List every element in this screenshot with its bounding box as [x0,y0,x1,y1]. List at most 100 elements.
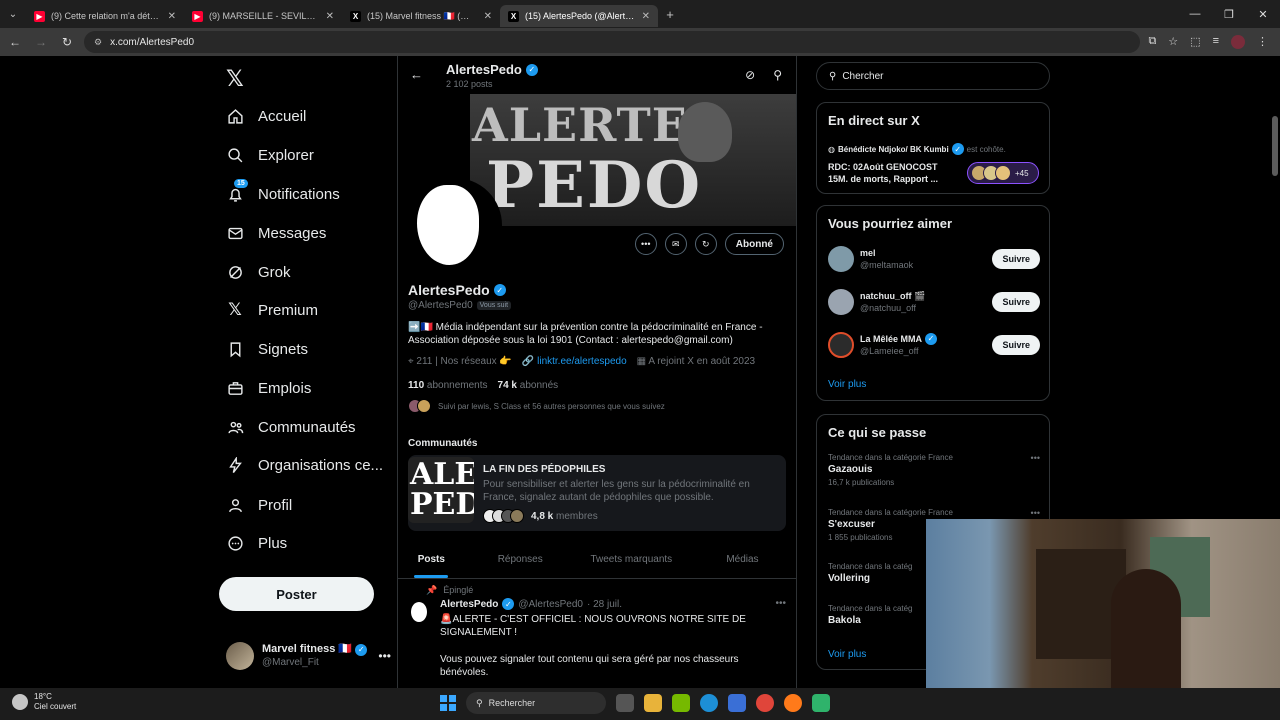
trend-more-icon[interactable]: ••• [1031,453,1040,463]
followed-by[interactable]: Suivi par lewis, S Class et 56 autres pe… [408,399,665,413]
followers-link[interactable]: 74 k abonnés [498,380,559,391]
tab-search-icon[interactable]: ⌄ [0,9,26,20]
nav-item-organisations[interactable]: Organisations ce... [226,452,383,478]
forward-icon[interactable]: → [32,35,50,49]
see-more-link[interactable]: Voir plus [828,649,866,660]
nvidia-icon[interactable] [672,694,690,712]
browser-tab-2[interactable]: ▶ (9) MARSEILLE - SEVILLE / LIVE ✕ [184,5,342,27]
follow-button[interactable]: Suivre [992,335,1040,355]
following-link[interactable]: 110 abonnements [408,380,488,391]
page-scrollbar[interactable] [1272,116,1278,176]
reading-list-icon[interactable]: ≡ [1213,35,1219,49]
tab-posts[interactable]: Posts [398,543,465,578]
space-listeners[interactable]: +45 [967,162,1039,184]
avatar[interactable] [408,600,432,624]
more-options-button[interactable]: ••• [634,233,657,255]
user-name: La Mêlée MMA [860,334,923,344]
follow-button[interactable]: Suivre [992,292,1040,312]
nav-label: Messages [258,224,327,242]
nav-item-plus[interactable]: Plus [226,530,287,556]
briefcase-icon [226,379,244,397]
close-tab-icon[interactable]: ✕ [168,11,176,22]
pinned-tweet[interactable]: 📌 Épinglé AlertesPedo ✓ @AlertesPed0 · 2… [398,580,796,688]
browser-profile-icon[interactable] [1231,35,1245,49]
browser-tab-3[interactable]: X (15) Marvel fitness 🇫🇷 (@Marvel ✕ [342,5,500,27]
notifications-subscribe-button[interactable]: ↻ [694,233,717,255]
new-tab-button[interactable]: + [658,7,682,22]
app-icon[interactable] [812,694,830,712]
search-icon[interactable]: ⚲ [773,68,782,82]
who-to-follow-title: Vous pourriez aimer [828,216,953,231]
profile-avatar[interactable] [408,178,502,272]
tab-title: (15) Marvel fitness 🇫🇷 (@Marvel [367,10,478,21]
see-more-link[interactable]: Voir plus [828,379,866,390]
grok-analyze-icon[interactable]: ⊘ [745,68,755,82]
file-explorer-icon[interactable] [644,694,662,712]
search-input[interactable] [842,70,1033,82]
nav-item-notifications[interactable]: 15 Notifications [226,179,340,207]
suggested-user[interactable]: natchuu_off 🎬 @natchuu_off Suivre [828,287,1040,317]
community-card[interactable]: ALERT PEDO LA FIN DES PÉDOPHILES Pour se… [408,455,786,531]
trend-item[interactable]: Tendance dans la catégorie France Gazaou… [828,453,1040,487]
taskbar-search[interactable]: ⚲ Rechercher [466,692,606,714]
nav-item-explorer[interactable]: Explorer [226,142,314,168]
close-tab-icon[interactable]: ✕ [484,11,492,22]
x-logo-icon[interactable]: 𝕏 [226,66,244,92]
browser-tab-4[interactable]: X (15) AlertesPedo (@AlertesPed0) ✕ [500,5,658,27]
profile-link[interactable]: 🔗 linktr.ee/alertespedo [522,356,627,367]
more-dots-icon[interactable]: ••• [378,649,391,663]
chrome-icon[interactable] [756,694,774,712]
minimize-icon[interactable]: — [1178,8,1212,21]
tab-media[interactable]: Médias [687,543,796,578]
firefox-icon[interactable] [784,694,802,712]
windows-start-icon[interactable] [440,695,456,711]
profile-banner[interactable]: ALERTES PEDO [470,94,796,226]
trend-more-icon[interactable]: ••• [1031,508,1040,518]
banner-text-bottom: PEDO [486,148,703,223]
reload-icon[interactable]: ↻ [58,35,76,49]
back-arrow-icon[interactable]: ← [410,67,423,82]
following-button[interactable]: Abonné [724,233,784,255]
trend-count: 16,7 k publications [828,478,895,487]
suggested-user[interactable]: La Mêlée MMA ✓ @Lameiee_off Suivre [828,330,1040,360]
close-window-icon[interactable]: ✕ [1246,8,1280,21]
weather-widget[interactable]: 18°C Ciel couvert [12,692,76,712]
task-view-icon[interactable] [616,694,634,712]
edge-icon[interactable] [700,694,718,712]
browser-menu-icon[interactable]: ⋮ [1257,35,1268,49]
bookmark-star-icon[interactable]: ☆ [1168,35,1178,49]
tweet-more-icon[interactable]: ••• [775,598,786,609]
url-field[interactable]: ⚙ x.com/AlertesPed0 [84,31,1141,53]
browser-tab-1[interactable]: ▶ (9) Cette relation m'a détruite - ✕ [26,5,184,27]
store-icon[interactable] [728,694,746,712]
nav-item-premium[interactable]: 𝕏 Premium [226,297,318,323]
search-box[interactable]: ⚲ [816,62,1050,90]
account-switcher[interactable]: Marvel fitness 🇫🇷 ✓ @Marvel_Fit ••• [226,642,391,670]
nav-item-grok[interactable]: Grok [226,259,291,285]
nav-item-profil[interactable]: Profil [226,492,292,518]
extensions-icon[interactable]: ⬚ [1190,35,1200,49]
nav-item-accueil[interactable]: Accueil [226,103,306,129]
back-icon[interactable]: ← [6,35,24,49]
post-button[interactable]: Poster [219,577,374,611]
nav-item-signets[interactable]: Signets [226,336,308,362]
tweet-author-handle[interactable]: @AlertesPed0 [518,599,583,610]
maximize-icon[interactable]: ❐ [1212,8,1246,21]
nav-item-emplois[interactable]: Emplois [226,375,311,401]
nav-item-communautes[interactable]: Communautés [226,414,356,440]
avatar [828,332,854,358]
install-app-icon[interactable]: ⧉ [1148,35,1156,49]
suggested-user[interactable]: mel @meltamaok Suivre [828,244,1040,274]
tab-highlights[interactable]: Tweets marquants [576,543,687,578]
notification-badge: 15 [234,179,248,188]
tweet-date[interactable]: · 28 juil. [587,599,622,610]
nav-item-messages[interactable]: Messages [226,220,326,246]
follow-button[interactable]: Suivre [992,249,1040,269]
tab-replies[interactable]: Réponses [465,543,576,578]
tweet-author-name[interactable]: AlertesPedo [440,599,498,610]
site-info-icon[interactable]: ⚙ [94,37,102,48]
close-tab-icon[interactable]: ✕ [326,11,334,22]
message-button[interactable]: ✉ [664,233,687,255]
space-title[interactable]: RDC: 02Août GENOCOST 15M. de morts, Rapp… [828,161,958,185]
close-tab-icon[interactable]: ✕ [642,11,650,22]
